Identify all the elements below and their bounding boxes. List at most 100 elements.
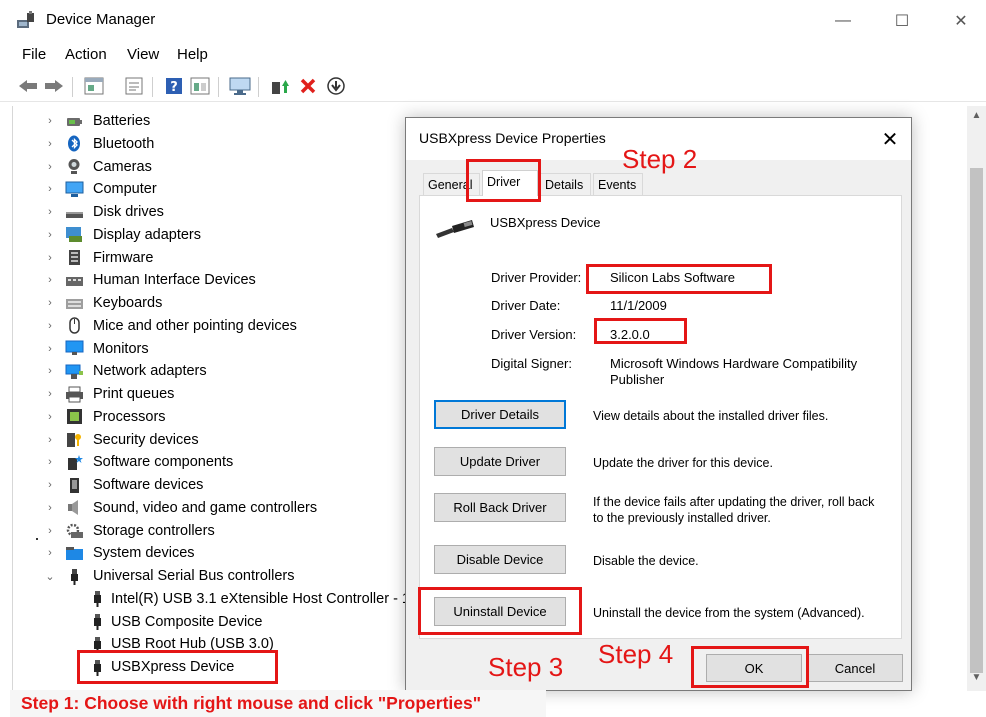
tree-item-label: System devices [93,545,195,562]
cancel-button[interactable]: Cancel [807,654,903,682]
tree-item-disk-drives[interactable]: › Disk drives [43,201,164,223]
chevron-right-icon[interactable]: › [43,502,57,514]
tab-events[interactable]: Events [593,173,643,195]
update-driver-icon[interactable] [268,74,292,98]
roll-back-driver-button[interactable]: Roll Back Driver [434,493,566,522]
menu-help[interactable]: Help [177,46,208,63]
update-driver-description: Update the driver for this device. [593,456,773,470]
forward-arrow-icon[interactable] [42,74,66,98]
chevron-right-icon[interactable]: › [43,252,57,264]
chevron-right-icon[interactable]: › [43,479,57,491]
chevron-right-icon[interactable]: › [43,388,57,400]
tree-item-label: Intel(R) USB 3.1 eXtensible Host Control… [111,590,410,607]
maximize-button[interactable]: ☐ [887,8,917,34]
menu-bar: File Action View Help [0,42,986,68]
tree-item-bluetooth[interactable]: › Bluetooth [43,133,154,155]
tree-item-sound-video-and-game-controllers[interactable]: › Sound, video and game controllers [43,497,317,519]
driver-version-label: Driver Version: [491,327,577,342]
tree-item-usb-composite-device[interactable]: USB Composite Device [88,611,263,633]
tree-item-universal-serial-bus-controllers[interactable]: ⌄ Universal Serial Bus controllers [43,565,294,587]
tree-item-keyboards[interactable]: › Keyboards [43,292,162,314]
digital-signer-label: Digital Signer: [491,356,572,371]
tree-item-display-adapters[interactable]: › Display adapters [43,224,201,246]
tree-item-label: Processors [93,408,166,425]
tree-item-firmware[interactable]: › Firmware [43,247,153,269]
chevron-right-icon[interactable]: › [43,206,57,218]
tree-item-cameras[interactable]: › Cameras [43,156,152,178]
tree-item-intel-r-usb-3-1-extensible-host-controller-1[interactable]: Intel(R) USB 3.1 eXtensible Host Control… [88,588,410,610]
download-icon[interactable] [324,74,348,98]
chevron-right-icon[interactable]: › [43,297,57,309]
disable-device-button[interactable]: Disable Device [434,545,566,574]
scroll-up-icon[interactable]: ▲ [967,110,986,121]
chevron-right-icon[interactable]: › [43,434,57,446]
chevron-right-icon[interactable]: › [43,547,57,559]
chevron-right-icon[interactable]: › [43,161,57,173]
tree-item-security-devices[interactable]: › Security devices [43,429,198,451]
device-name: USBXpress Device [490,215,601,230]
battery-icon [65,113,84,130]
tree-item-label: Sound, video and game controllers [93,499,318,516]
tab-driver[interactable]: Driver [482,170,538,196]
menu-action[interactable]: Action [65,46,107,63]
back-arrow-icon[interactable] [16,74,40,98]
uninstall-device-description: Uninstall the device from the system (Ad… [593,606,865,620]
update-driver-button[interactable]: Update Driver [434,447,566,476]
chevron-right-icon[interactable]: › [43,115,57,127]
usb-connector-icon [436,220,474,238]
show-hide-icon[interactable] [122,74,146,98]
minimize-button[interactable]: — [828,8,858,34]
menu-file[interactable]: File [22,46,46,63]
tree-item-monitors[interactable]: › Monitors [43,338,149,360]
tab-details[interactable]: Details [540,173,591,195]
chevron-right-icon[interactable]: › [43,138,57,150]
roll-back-driver-description: If the device fails after updating the d… [593,495,875,525]
tree-item-label: Storage controllers [93,522,215,539]
scroll-down-icon[interactable]: ▼ [967,672,986,683]
software-component-icon [65,454,84,471]
monitor-icon[interactable] [228,74,252,98]
tree-item-label: USB Composite Device [111,613,263,630]
tree-item-print-queues[interactable]: › Print queues [43,383,174,405]
vertical-scrollbar[interactable]: ▲ ▼ [967,106,986,691]
disk-drive-icon [65,204,84,221]
menu-view[interactable]: View [127,46,159,63]
system-device-icon [65,545,84,562]
tree-item-system-devices[interactable]: › System devices [43,542,195,564]
close-window-button[interactable]: ✕ [946,8,976,34]
chevron-right-icon[interactable]: › [43,365,57,377]
chevron-right-icon[interactable]: › [43,525,57,537]
tree-item-batteries[interactable]: › Batteries [43,110,150,132]
tree-item-human-interface-devices[interactable]: › Human Interface Devices [43,269,256,291]
svg-text:?: ? [170,80,178,95]
network-adapter-icon [65,363,84,380]
driver-provider-label: Driver Provider: [491,270,582,285]
chevron-right-icon[interactable]: › [43,320,57,332]
tree-item-label: Bluetooth [93,135,155,152]
tree-item-software-components[interactable]: › Software components [43,451,233,473]
uninstall-icon[interactable] [296,74,320,98]
chevron-down-icon[interactable]: ⌄ [43,570,57,583]
driver-details-button[interactable]: Driver Details [434,400,566,429]
view-icon[interactable] [188,74,212,98]
usb-device-icon [88,613,102,630]
chevron-right-icon[interactable]: › [43,411,57,423]
chevron-right-icon[interactable]: › [43,229,57,241]
printer-icon [65,386,84,403]
tree-item-computer[interactable]: › Computer [43,178,157,200]
scrollbar-thumb[interactable] [970,168,983,673]
tree-item-mice-and-other-pointing-devices[interactable]: › Mice and other pointing devices [43,315,297,337]
help-icon[interactable]: ? [162,74,186,98]
digital-signer-value: Microsoft Windows Hardware Compatibility… [610,356,858,387]
properties-icon[interactable] [82,74,106,98]
step1-highlight [77,650,278,684]
chevron-right-icon[interactable]: › [43,456,57,468]
tree-item-processors[interactable]: › Processors [43,406,166,428]
tree-item-network-adapters[interactable]: › Network adapters [43,360,206,382]
chevron-right-icon[interactable]: › [43,343,57,355]
tree-item-software-devices[interactable]: › Software devices [43,474,203,496]
dialog-close-button[interactable]: ✕ [876,126,904,152]
chevron-right-icon[interactable]: › [43,183,57,195]
chevron-right-icon[interactable]: › [43,274,57,286]
tree-item-storage-controllers[interactable]: › Storage controllers [43,520,215,542]
